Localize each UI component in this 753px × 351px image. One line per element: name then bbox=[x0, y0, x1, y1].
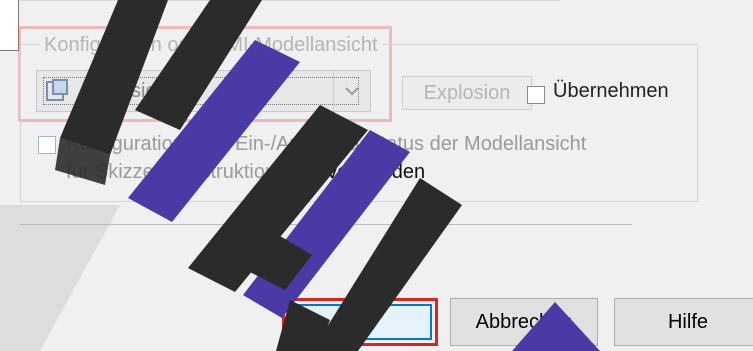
cancel-button[interactable]: Abbrechen bbox=[450, 298, 598, 346]
help-button[interactable]: Hilfe bbox=[614, 298, 753, 346]
use-configuration-checkbox[interactable] bbox=[38, 136, 56, 154]
watermark-gray-band bbox=[0, 205, 120, 351]
top-divider bbox=[0, 0, 560, 1]
ok-button-label: OK bbox=[288, 304, 432, 340]
ok-button[interactable]: OK bbox=[282, 298, 438, 346]
groupbox-title: Konfiguration oder PMI-Modellansicht bbox=[40, 34, 382, 57]
apply-checkbox[interactable] bbox=[527, 86, 545, 104]
use-configuration-label-dark: verwenden bbox=[327, 161, 426, 183]
use-configuration-label: Konfiguration oder Ein-/Ausblendestatus … bbox=[66, 130, 606, 186]
configuration-combobox[interactable]: Explosion bbox=[36, 70, 371, 112]
apply-label: Übernehmen bbox=[553, 80, 669, 102]
focus-rectangle bbox=[43, 77, 359, 105]
dialog-divider bbox=[20, 224, 632, 225]
explosion-button[interactable]: Explosion bbox=[402, 76, 532, 110]
partial-input-field[interactable] bbox=[0, 0, 19, 51]
